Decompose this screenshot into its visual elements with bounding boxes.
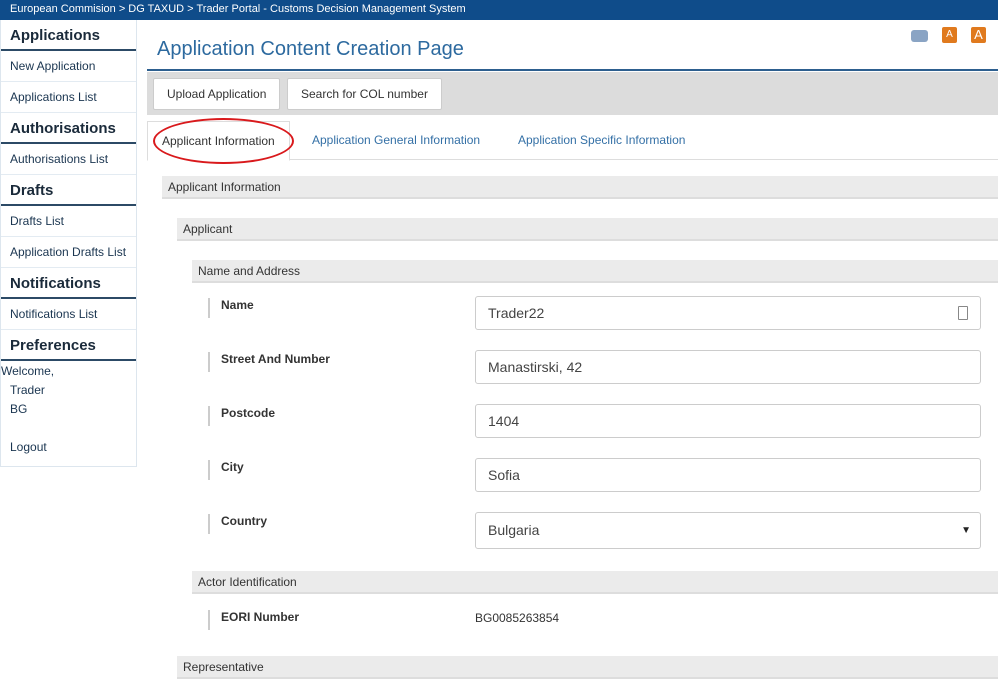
sidebar-item-new-application[interactable]: New Application xyxy=(1,51,136,82)
country-label: Country xyxy=(208,514,267,534)
breadcrumb: European Commision > DG TAXUD > Trader P… xyxy=(0,0,998,20)
street-label: Street And Number xyxy=(208,352,330,372)
user-country: BG xyxy=(10,402,28,416)
highlight-circle xyxy=(153,118,294,164)
sidebar: Applications New Application Application… xyxy=(0,20,137,467)
welcome-text: Welcome, xyxy=(1,364,55,378)
eori-value: BG0085263854 xyxy=(475,611,560,625)
sidebar-heading-authorisations: Authorisations xyxy=(1,113,136,144)
section-applicant: Applicant xyxy=(177,218,998,241)
sidebar-heading-notifications: Notifications xyxy=(1,268,136,299)
sidebar-item-notifications-list[interactable]: Notifications List xyxy=(1,299,136,330)
font-decrease-icon[interactable]: A xyxy=(942,27,957,43)
section-actor-identification: Actor Identification xyxy=(192,571,998,594)
font-increase-icon[interactable]: A xyxy=(971,27,986,43)
contact-card-icon xyxy=(958,306,968,320)
sidebar-heading-drafts: Drafts xyxy=(1,175,136,206)
street-input[interactable]: Manastirski, 42 xyxy=(475,350,981,384)
printer-icon[interactable] xyxy=(911,30,928,42)
title-divider xyxy=(147,69,998,71)
page-title: Application Content Creation Page xyxy=(157,38,464,60)
upload-application-button[interactable]: Upload Application xyxy=(153,78,281,110)
sidebar-item-applications-list[interactable]: Applications List xyxy=(1,82,136,113)
country-value: Bulgaria xyxy=(488,522,540,538)
sidebar-item-authorisations-list[interactable]: Authorisations List xyxy=(1,144,136,175)
sidebar-heading-preferences: Preferences xyxy=(1,330,136,361)
eori-label: EORI Number xyxy=(208,610,299,630)
section-applicant-information: Applicant Information xyxy=(162,176,998,199)
sidebar-item-drafts-list[interactable]: Drafts List xyxy=(1,206,136,237)
city-input[interactable]: Sofia xyxy=(475,458,981,492)
tab-application-specific-information[interactable]: Application Specific Information xyxy=(518,121,685,160)
logout-link[interactable]: Logout xyxy=(1,432,136,463)
sidebar-item-application-drafts-list[interactable]: Application Drafts List xyxy=(1,237,136,268)
name-input[interactable]: Trader22 xyxy=(475,296,981,330)
country-select[interactable]: Bulgaria ▼ xyxy=(475,512,981,549)
name-label: Name xyxy=(208,298,254,318)
chevron-down-icon: ▼ xyxy=(961,525,971,536)
toolbar: Upload Application Search for COL number xyxy=(147,72,998,115)
search-col-button[interactable]: Search for COL number xyxy=(287,78,442,110)
postcode-label: Postcode xyxy=(208,406,275,426)
name-value: Trader22 xyxy=(488,305,545,321)
section-representative: Representative xyxy=(177,656,998,679)
sidebar-heading-applications: Applications xyxy=(1,20,136,51)
city-label: City xyxy=(208,460,244,480)
user-name: Trader xyxy=(10,383,45,397)
tab-application-general-information[interactable]: Application General Information xyxy=(312,121,480,160)
postcode-input[interactable]: 1404 xyxy=(475,404,981,438)
section-name-and-address: Name and Address xyxy=(192,260,998,283)
